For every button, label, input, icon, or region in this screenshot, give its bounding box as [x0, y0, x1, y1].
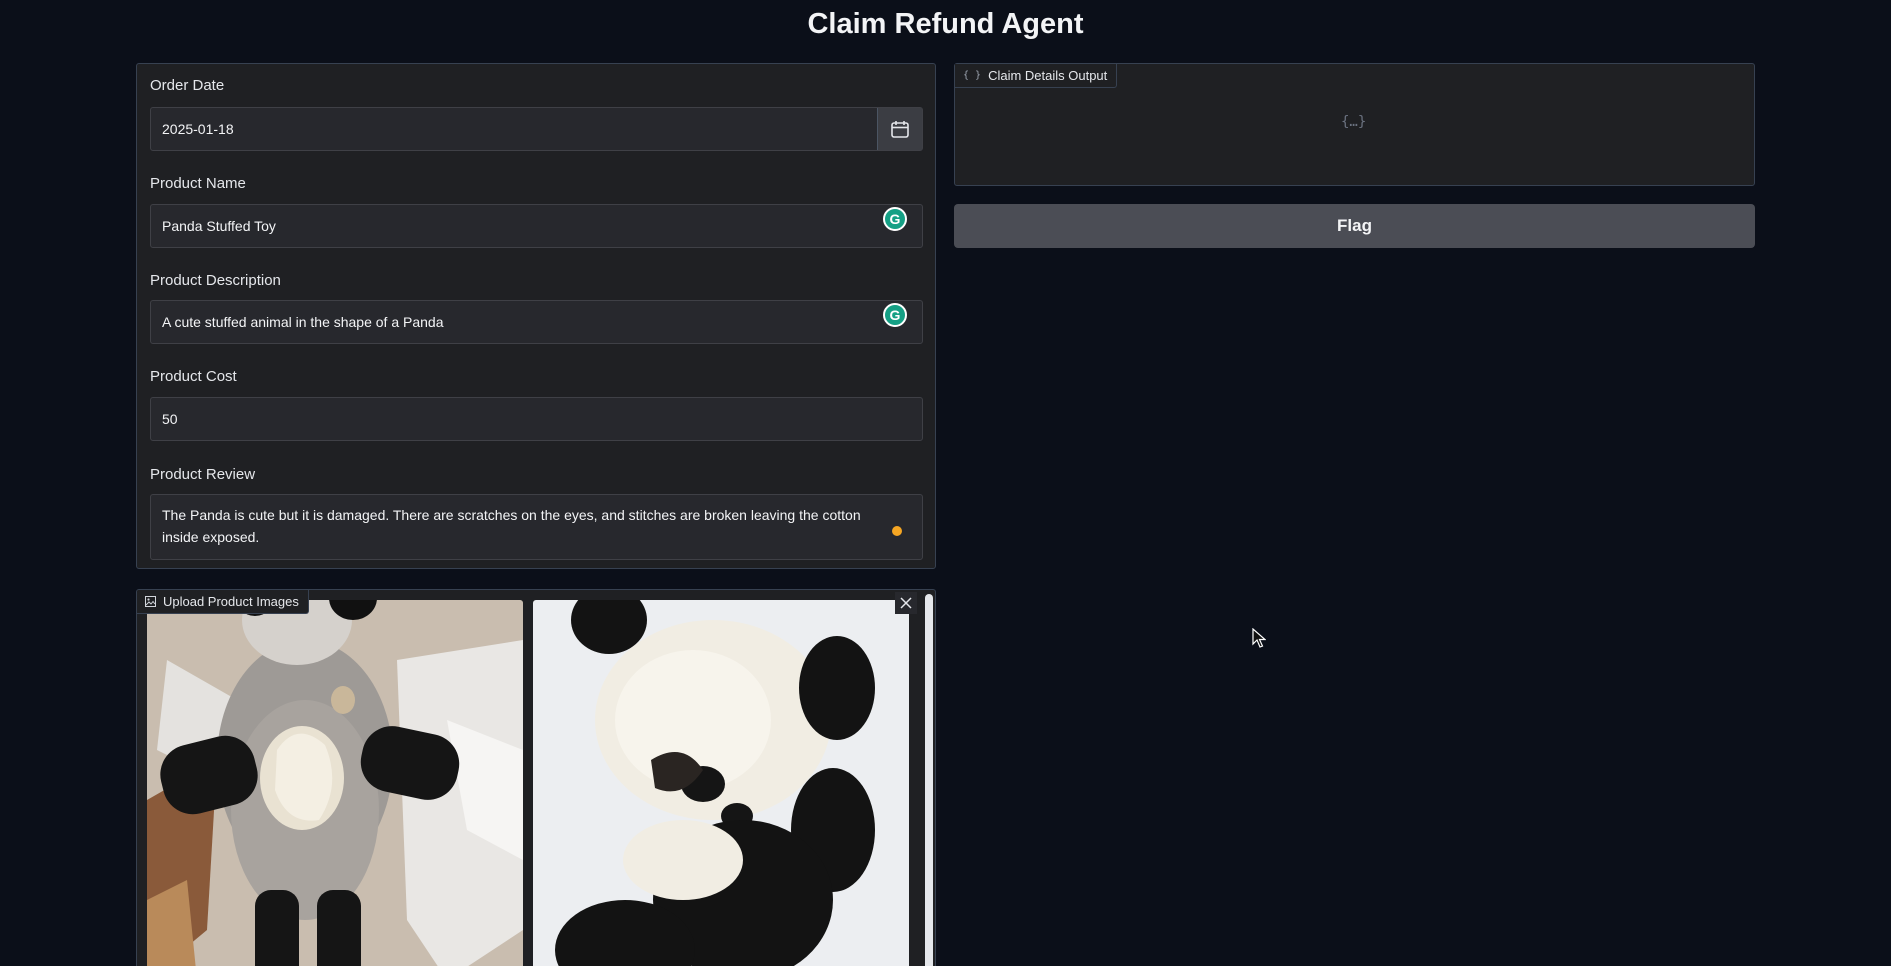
- json-placeholder-icon: {…}: [1341, 114, 1367, 130]
- product-review-value: The Panda is cute but it is damaged. The…: [162, 507, 861, 545]
- product-cost-label: Product Cost: [150, 368, 237, 385]
- product-cost-input[interactable]: 50: [150, 397, 923, 441]
- grammarly-icon[interactable]: G: [883, 207, 907, 231]
- flag-button[interactable]: Flag: [954, 204, 1755, 248]
- damaged-panda-front-image: [147, 600, 523, 966]
- product-description-label: Product Description: [150, 272, 281, 289]
- close-icon: [900, 597, 912, 609]
- product-name-input[interactable]: Panda Stuffed Toy G: [150, 204, 923, 248]
- claim-details-label: Claim Details Output: [988, 68, 1108, 83]
- page-title: Claim Refund Agent: [807, 8, 1084, 40]
- product-image-1[interactable]: [147, 600, 523, 966]
- product-description-input[interactable]: A cute stuffed animal in the shape of a …: [150, 300, 923, 344]
- json-icon: { }: [963, 70, 982, 81]
- order-date-value: 2025-01-18: [162, 121, 234, 137]
- order-date-field[interactable]: 2025-01-18: [150, 107, 923, 151]
- claim-details-output-panel: { } Claim Details Output {…}: [954, 63, 1755, 186]
- product-description-value: A cute stuffed animal in the shape of a …: [162, 314, 444, 330]
- image-icon: [145, 596, 156, 607]
- upload-images-panel[interactable]: Upload Product Images: [136, 589, 936, 966]
- status-dot-icon: [892, 526, 902, 536]
- product-name-value: Panda Stuffed Toy: [162, 218, 276, 234]
- calendar-icon: [891, 121, 909, 138]
- product-image-2[interactable]: [533, 600, 909, 966]
- upload-images-label: Upload Product Images: [163, 594, 299, 609]
- product-name-label: Product Name: [150, 175, 246, 192]
- clear-images-button[interactable]: [895, 592, 917, 614]
- images-scrollbar[interactable]: [925, 594, 933, 966]
- order-date-label: Order Date: [150, 77, 225, 94]
- claim-details-label-tab: { } Claim Details Output: [955, 64, 1118, 88]
- date-picker-button[interactable]: [877, 108, 922, 150]
- product-cost-value: 50: [162, 411, 178, 427]
- damaged-panda-side-image: [533, 600, 909, 966]
- grammarly-icon[interactable]: G: [883, 303, 907, 327]
- mouse-cursor-icon: [1252, 628, 1266, 648]
- product-review-label: Product Review: [150, 466, 256, 483]
- product-review-textarea[interactable]: The Panda is cute but it is damaged. The…: [150, 494, 923, 560]
- upload-images-label-tab: Upload Product Images: [137, 590, 309, 614]
- claim-form-panel: Order Date 2025-01-18 Product Name Panda…: [136, 63, 936, 569]
